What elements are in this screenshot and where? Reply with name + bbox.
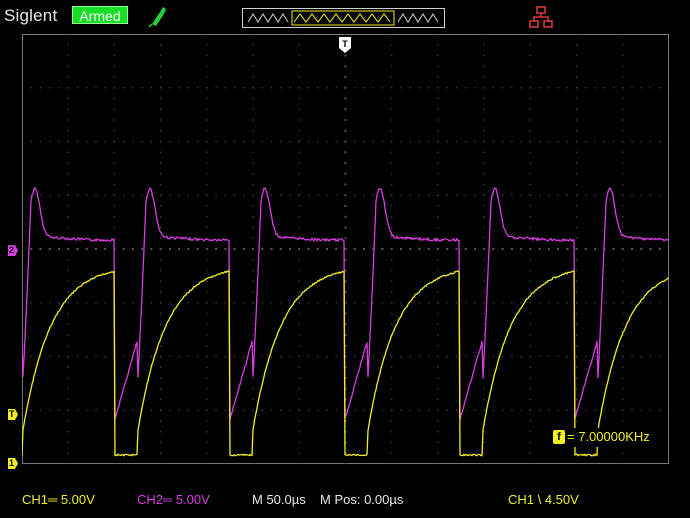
- ch1-scale-label[interactable]: CH1═ 5.00V: [22, 492, 95, 507]
- trigger-position-label: T: [342, 39, 348, 49]
- top-bar: Siglent Armed: [0, 0, 690, 32]
- horizontal-position-label[interactable]: M Pos: 0.00µs: [320, 492, 403, 507]
- timebase-label[interactable]: M 50.0µs: [252, 492, 306, 507]
- ch2-ground-marker: 2: [8, 245, 18, 256]
- ch1-ground-marker: 1: [8, 458, 18, 469]
- probe-icon: [148, 7, 166, 28]
- status-bar: CH1═ 5.00V CH2═ 5.00V M 50.0µs M Pos: 0.…: [0, 482, 690, 518]
- memory-depth-icon[interactable]: [242, 8, 445, 28]
- ch2-scale-label[interactable]: CH2═ 5.00V: [137, 492, 210, 507]
- trigger-position-marker: T: [339, 37, 351, 53]
- trigger-setting-label[interactable]: CH1 \ 4.50V: [508, 492, 579, 507]
- network-icon: [529, 6, 553, 28]
- trigger-status-badge[interactable]: Armed: [72, 6, 128, 24]
- frequency-measurement: f = 7.00000KHz: [551, 428, 667, 447]
- trigger-level-marker: T: [8, 409, 18, 420]
- brand-logo-text: Siglent: [4, 6, 58, 25]
- frequency-icon: f: [553, 430, 565, 444]
- ch2-waveform-trace: [22, 186, 669, 421]
- frequency-value: = 7.00000KHz: [567, 429, 650, 444]
- waveform-display[interactable]: [22, 34, 669, 464]
